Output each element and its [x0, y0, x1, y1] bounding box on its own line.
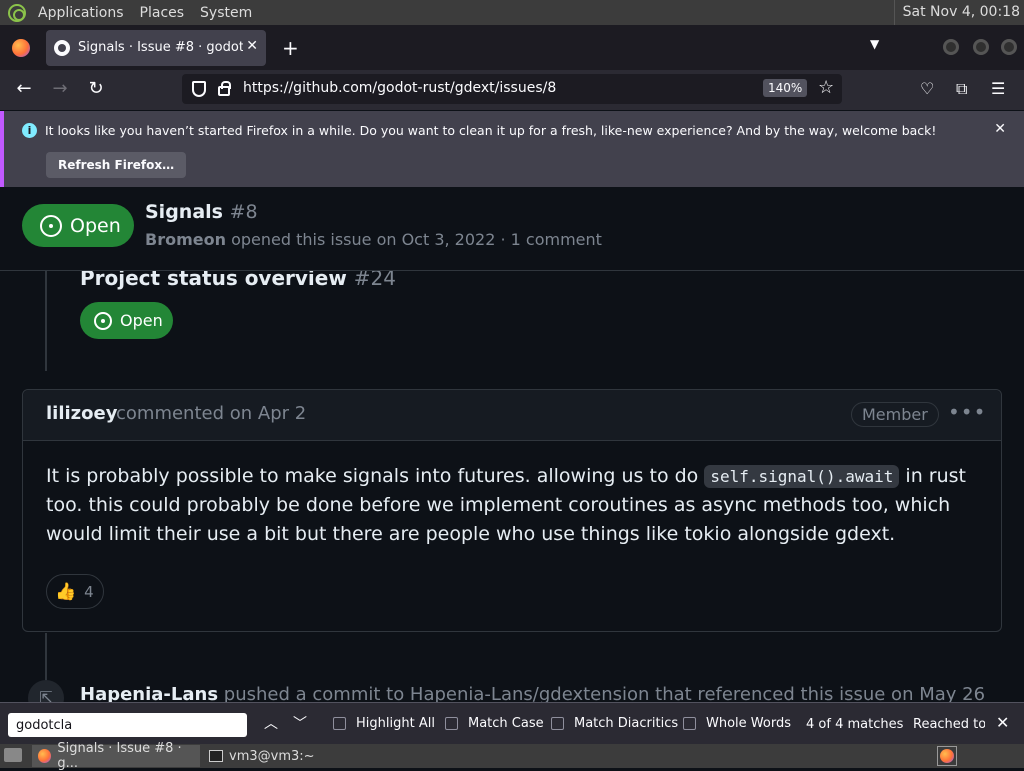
sticky-issue-header: Open Signals #8 Bromeon opened this issu… — [0, 188, 1024, 271]
match-diacritics-checkbox[interactable]: Match Diacritics — [551, 716, 678, 731]
comment-body: It is probably possible to make signals … — [46, 462, 986, 549]
timeline-line — [45, 271, 47, 371]
bookmark-star-icon[interactable]: ☆ — [818, 77, 834, 98]
member-role-badge: Member — [851, 402, 939, 427]
issue-number: #8 — [229, 201, 258, 223]
highlight-all-checkbox[interactable]: Highlight All — [333, 716, 435, 731]
comment-card: lilizoey commented on Apr 2 Member ••• I… — [22, 389, 1002, 632]
comment-author-link[interactable]: lilizoey — [46, 403, 117, 424]
taskbar-terminal-label: vm3@vm3:~ — [229, 748, 315, 764]
new-tab-button[interactable]: + — [282, 36, 299, 60]
refresh-firefox-button[interactable]: Refresh Firefox… — [46, 152, 187, 178]
page-content: Open Signals #8 Bromeon opened this issu… — [0, 188, 1024, 702]
info-icon: i — [22, 123, 37, 138]
close-window-button[interactable] — [1001, 39, 1017, 55]
comment-timestamp[interactable]: commented on Apr 2 — [116, 403, 306, 424]
match-case-checkbox[interactable]: Match Case — [445, 716, 544, 731]
firefox-view-icon[interactable] — [12, 38, 30, 57]
whole-words-label: Whole Words — [706, 716, 791, 731]
menu-applications[interactable]: Applications — [30, 5, 132, 21]
bottom-taskbar: Signals · Issue #8 · g... vm3@vm3:~ — [0, 741, 1024, 771]
taskbar-firefox-label: Signals · Issue #8 · g... — [57, 741, 182, 771]
firefox-icon — [38, 749, 52, 763]
system-top-panel: Applications Places System Sat Nov 4, 00… — [0, 0, 1024, 25]
comment-header: lilizoey commented on Apr 2 Member ••• — [23, 390, 1001, 441]
match-diacritics-label: Match Diacritics — [574, 716, 679, 731]
tab-bar: Signals · Issue #8 · godot-rust/gdext ✕ … — [0, 25, 1024, 70]
inline-code: self.signal().await — [704, 465, 900, 488]
find-status: Reached top of page, continued from bott… — [913, 717, 985, 732]
back-arrow-icon[interactable]: ← — [12, 78, 36, 99]
github-favicon-icon — [54, 39, 70, 56]
terminal-icon — [209, 750, 223, 762]
taskbar-item-terminal[interactable]: vm3@vm3:~ — [203, 745, 353, 767]
issue-status-label: Open — [70, 214, 121, 237]
refresh-firefox-notification: i It looks like you haven’t started Fire… — [0, 111, 1024, 187]
issue-opened-icon — [94, 311, 112, 330]
tab-close-button[interactable]: ✕ — [246, 38, 258, 54]
extensions-puzzle-icon[interactable]: ⧉ — [956, 79, 967, 99]
zoom-level-badge[interactable]: 140% — [763, 79, 808, 97]
find-match-count: 4 of 4 matches — [806, 717, 904, 732]
issue-meta: Bromeon opened this issue on Oct 3, 2022… — [145, 230, 602, 249]
referenced-issue-status-badge: Open — [80, 302, 173, 339]
lock-icon[interactable] — [218, 81, 231, 96]
highlight-all-label: Highlight All — [356, 716, 435, 731]
navigation-toolbar: ← → ↻ https://github.com/godot-rust/gdex… — [0, 70, 1024, 110]
checkbox-box[interactable] — [333, 717, 346, 730]
issue-status-badge: Open — [22, 204, 134, 247]
hamburger-menu-icon[interactable]: ☰ — [991, 79, 1005, 98]
find-bar-close-icon[interactable]: ✕ — [996, 713, 1009, 732]
tab-title: Signals · Issue #8 · godot-rust/gdext — [78, 40, 243, 55]
workspace-switcher[interactable] — [937, 746, 957, 766]
issue-author-link[interactable]: Bromeon — [145, 230, 226, 249]
show-desktop-icon[interactable] — [4, 748, 22, 762]
commit-push-icon: ⇱ — [28, 680, 64, 702]
checkbox-box[interactable] — [683, 717, 696, 730]
issue-title: Signals #8 — [145, 201, 258, 223]
taskbar-item-firefox[interactable]: Signals · Issue #8 · g... — [32, 741, 200, 771]
match-case-label: Match Case — [468, 716, 544, 731]
url-text[interactable]: https://github.com/godot-rust/gdext/issu… — [243, 80, 556, 96]
issue-meta-text: opened this issue on Oct 3, 2022 · 1 com… — [231, 230, 602, 249]
notification-close-icon[interactable]: ✕ — [994, 121, 1006, 137]
find-next-chevron-down-icon[interactable]: ﹀ — [293, 713, 307, 733]
find-input[interactable] — [8, 713, 247, 737]
minimize-window-button[interactable] — [943, 39, 959, 55]
issue-title-text: Signals — [145, 201, 223, 223]
reaction-count: 4 — [84, 582, 94, 601]
event-text: pushed a commit to Hapenia-Lans/gdextens… — [218, 684, 986, 702]
menu-system[interactable]: System — [192, 5, 260, 21]
event-actor-link[interactable]: Hapenia-Lans — [80, 684, 218, 702]
system-menus: Applications Places System — [30, 5, 260, 21]
find-bar: ︿ ﹀ Highlight All Match Case Match Diacr… — [0, 702, 1024, 744]
list-all-tabs-chevron-icon[interactable]: ▼ — [870, 37, 879, 51]
thumbs-up-icon: 👍 — [55, 581, 77, 602]
thumbs-up-reaction-button[interactable]: 👍 4 — [46, 574, 104, 609]
whole-words-checkbox[interactable]: Whole Words — [683, 716, 791, 731]
menu-places[interactable]: Places — [132, 5, 193, 21]
checkbox-box[interactable] — [551, 717, 564, 730]
forward-arrow-icon[interactable]: → — [48, 78, 72, 99]
notification-message: It looks like you haven’t started Firefo… — [45, 123, 937, 138]
tracking-protection-shield-icon[interactable] — [192, 81, 206, 97]
distro-logo-icon[interactable] — [8, 3, 26, 22]
timeline-event: Hapenia-Lans pushed a commit to Hapenia-… — [80, 684, 985, 702]
find-previous-chevron-up-icon[interactable]: ︿ — [264, 713, 278, 733]
maximize-window-button[interactable] — [973, 39, 989, 55]
url-bar[interactable]: https://github.com/godot-rust/gdext/issu… — [182, 74, 842, 104]
pocket-icon[interactable]: ♡ — [920, 79, 934, 98]
comment-text-before: It is probably possible to make signals … — [46, 465, 705, 487]
comment-more-options-icon[interactable]: ••• — [948, 400, 986, 424]
firefox-icon — [940, 749, 954, 763]
referenced-issue-status-label: Open — [120, 311, 163, 330]
issue-opened-icon — [40, 214, 62, 237]
clock[interactable]: Sat Nov 4, 00:18 — [893, 0, 1020, 25]
tab-signals-issue[interactable]: Signals · Issue #8 · godot-rust/gdext ✕ — [46, 29, 266, 66]
checkbox-box[interactable] — [445, 717, 458, 730]
reload-icon[interactable]: ↻ — [84, 78, 108, 99]
